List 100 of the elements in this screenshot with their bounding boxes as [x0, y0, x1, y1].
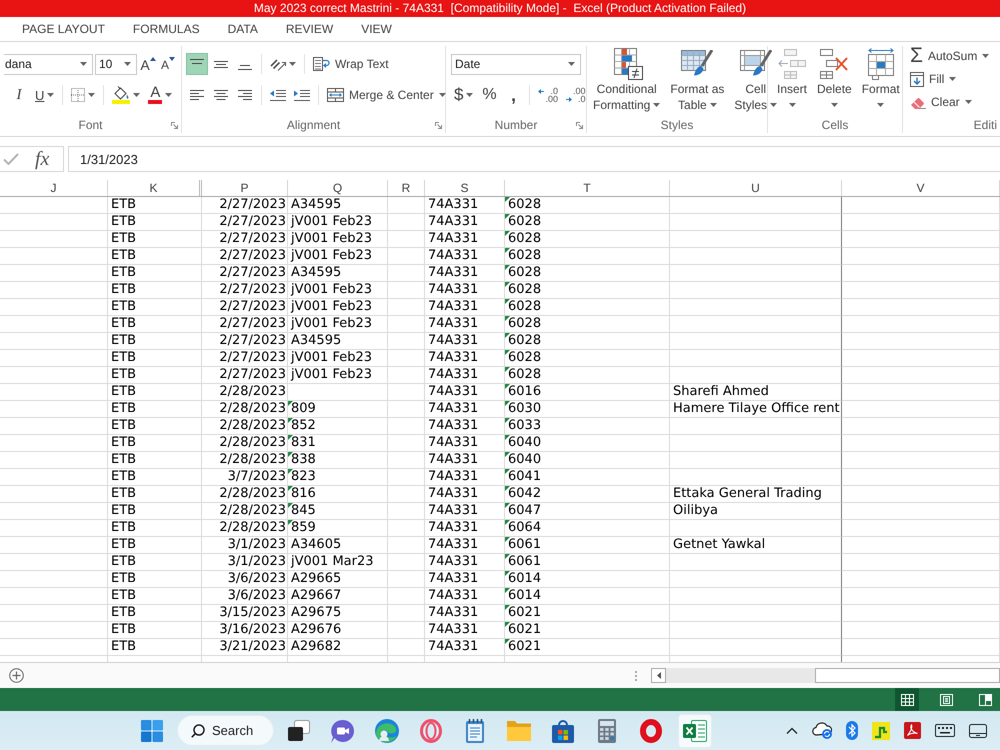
scroll-left-button[interactable] [651, 668, 666, 683]
merge-center-button[interactable]: Merge & Center [324, 84, 449, 106]
autosum-button[interactable]: Σ AutoSum [908, 46, 1000, 66]
ribbon-tab[interactable]: VIEW [347, 17, 406, 41]
orientation-icon [270, 57, 286, 71]
wrap-text-button[interactable]: Wrap Text [310, 53, 392, 75]
format-as-table-button[interactable]: Format as Table [667, 47, 728, 113]
table-cell: A34595 [288, 197, 388, 214]
insert-function-button[interactable]: fx [35, 148, 50, 170]
column-header[interactable]: J [0, 180, 108, 196]
table-cell: ETB [108, 639, 202, 656]
table-cell: 2/28/2023 [202, 418, 288, 435]
table-cell: ETB [108, 197, 202, 214]
shrink-font-button[interactable]: A [159, 53, 177, 75]
fill-button[interactable]: Fill [908, 69, 1000, 89]
table-cell [388, 639, 425, 656]
comma-button[interactable]: , [502, 84, 524, 106]
ring-icon [420, 718, 442, 742]
chevron-up-icon[interactable] [786, 727, 798, 734]
column-header[interactable]: U [670, 180, 842, 196]
delete-button[interactable]: Delete [814, 47, 855, 113]
column-header[interactable]: V [842, 180, 1000, 196]
table-cell: 74A331 [425, 401, 505, 418]
decrease-indent-icon [270, 90, 286, 100]
italic-button[interactable]: I [8, 84, 30, 106]
column-header[interactable]: P [202, 180, 288, 196]
bluetooth-icon[interactable] [846, 721, 858, 740]
column-header[interactable]: Q [288, 180, 388, 196]
underline-button[interactable]: U [32, 84, 58, 106]
table-cell: 3/1/2023 [202, 537, 288, 554]
font-color-button[interactable]: A [145, 84, 176, 106]
table-cell: 2/28/2023 [202, 384, 288, 401]
table-cell: 6014 [505, 588, 670, 605]
plus-circle-icon[interactable] [9, 668, 24, 683]
table-cell [388, 299, 425, 316]
ribbon-tab[interactable]: DATA [214, 17, 272, 41]
table-cell: ETB [108, 401, 202, 418]
table-cell: 6028 [505, 231, 670, 248]
table-cell: 74A331 [425, 622, 505, 639]
table-cell: 2/27/2023 [202, 350, 288, 367]
pdf-icon[interactable] [904, 722, 921, 739]
increase-decimal-button[interactable]: .0 .00 [535, 84, 561, 106]
column-header[interactable]: T [505, 180, 670, 196]
table-cell: 6028 [505, 214, 670, 231]
table-cell: 74A331 [425, 520, 505, 537]
table-cell: ETB [108, 605, 202, 622]
table-cell: 74A331 [425, 571, 505, 588]
table-cell: 6041 [505, 469, 670, 486]
app-tile-icon[interactable] [872, 722, 890, 740]
table-cell: 6064 [505, 520, 670, 537]
dialog-launcher-icon[interactable] [435, 122, 442, 128]
column-header[interactable]: K [108, 180, 202, 196]
table-cell: jV001 Feb23 [288, 350, 388, 367]
table-cell: 809 [288, 401, 388, 418]
table-cell: ETB [108, 571, 202, 588]
align-left-icon [190, 90, 204, 100]
table-cell: 6028 [505, 316, 670, 333]
formula-input[interactable]: 1/31/2023 [68, 146, 1000, 172]
table-cell [388, 588, 425, 605]
table-cell: ETB [108, 452, 202, 469]
table-cell: 838 [288, 452, 388, 469]
table-cell: 74A331 [425, 282, 505, 299]
table-cell: 6021 [505, 639, 670, 656]
table-cell: ETB [108, 486, 202, 503]
normal-view-button[interactable] [895, 688, 919, 711]
font-field[interactable]: dana [4, 54, 93, 74]
table-cell [388, 435, 425, 452]
decrease-decimal-button[interactable]: .00 .0 [562, 84, 588, 106]
ribbon-tab[interactable]: FORMULAS [118, 17, 214, 41]
table-cell: 74A331 [425, 367, 505, 384]
number-format-field[interactable]: Date [451, 54, 581, 74]
tablet-icon[interactable] [969, 724, 987, 738]
table-cell: ETB [108, 418, 202, 435]
table-cell: ETB [108, 384, 202, 401]
table-cell: 3/16/2023 [202, 622, 288, 639]
search-button[interactable]: Search [177, 715, 274, 746]
column-header[interactable]: R [388, 180, 425, 196]
cloud-sync-icon[interactable] [812, 722, 832, 739]
keyboard-icon[interactable] [935, 724, 955, 737]
scrollbar-thumb[interactable] [815, 668, 1000, 683]
percent-button[interactable]: % [478, 84, 500, 106]
currency-button[interactable]: $ [451, 84, 476, 106]
table-cell [388, 520, 425, 537]
conditional-formatting-button[interactable]: Conditional Formatting [590, 47, 664, 113]
merge-cells-icon [327, 88, 344, 102]
ribbon-tab[interactable]: PAGE LAYOUT [8, 17, 119, 41]
ribbon-tab[interactable]: REVIEW [272, 17, 348, 41]
table-cell: 6028 [505, 265, 670, 282]
table-cell: 852 [288, 418, 388, 435]
format-button[interactable]: Format [858, 47, 903, 113]
grow-font-button[interactable]: A [139, 53, 157, 75]
table-cell: 859 [288, 520, 388, 537]
dialog-launcher-icon[interactable] [171, 122, 178, 128]
align-top-button[interactable] [186, 53, 208, 75]
paint-bucket-icon [112, 86, 130, 104]
table-cell [388, 248, 425, 265]
column-header[interactable]: S [425, 180, 505, 196]
dialog-launcher-icon[interactable] [576, 122, 583, 128]
clear-button[interactable]: Clear [908, 92, 1000, 112]
font-size-field[interactable]: 10 [95, 54, 137, 74]
